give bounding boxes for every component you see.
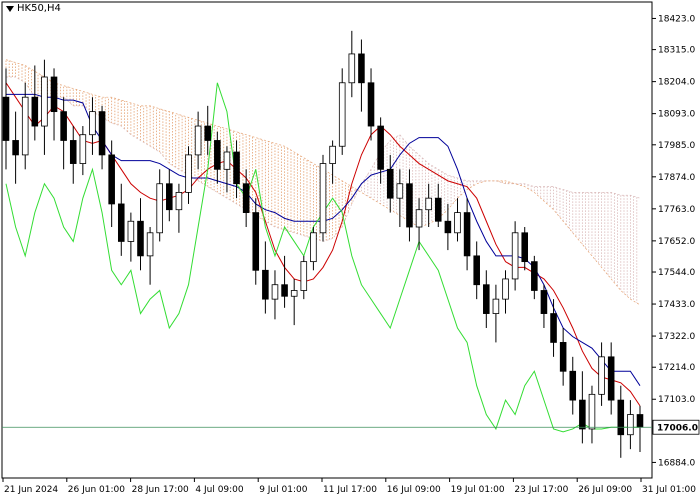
y-tick-label: 17874.0 [658,173,695,183]
candle-body [89,111,96,136]
candle-body [204,125,212,141]
candle-body [396,183,404,199]
candle-body [425,197,432,211]
symbol-title: HK50,H4 [6,3,61,14]
candle-body [281,284,288,297]
candle-body [146,232,154,257]
candle-body [214,140,221,170]
x-tick-label: 19 Jul 01:00 [451,485,505,495]
candle-body [588,393,596,430]
y-tick-label: 18423.0 [658,14,695,24]
y-tick-label: 17985.0 [658,141,695,151]
y-tick-label: 18315.0 [658,46,695,56]
candle-body [579,399,586,430]
candle-body [473,255,480,286]
candle-body [166,183,173,211]
candle-body [108,154,115,205]
candle-body [636,414,644,428]
candle-body [137,220,144,257]
candle-body [338,82,346,147]
y-tick-label: 17214.0 [658,363,695,373]
candle-body [98,111,106,156]
candle-body [21,96,29,156]
candle-body [511,232,519,280]
candle-body [627,414,634,436]
x-tick-label: 26 Jul 09:00 [578,485,632,495]
candle-body [319,163,327,234]
candle-body [185,154,192,193]
candle-body [2,96,10,141]
y-tick-label: 17652.0 [658,237,695,247]
candle-body [483,284,490,314]
candle-body [290,290,298,297]
candle-body [41,76,48,127]
candle-body [550,313,557,343]
y-tick-label: 17433.0 [658,300,695,310]
candle-body [329,145,336,164]
candle-body [386,168,394,199]
candle-body [12,140,19,156]
candle-body [377,125,384,170]
candle-body [348,53,356,84]
y-tick-label: 16884.0 [658,458,695,468]
x-tick-label: 16 Jul 09:00 [387,485,441,495]
x-tick-label: 31 Jul 01:00 [642,485,696,495]
candle-body [127,220,135,242]
y-tick-label: 17763.0 [658,205,695,215]
candle-body [223,151,231,170]
x-tick-label: 26 Jun 01:00 [68,485,125,495]
candle-body [117,203,125,242]
candle-body [367,82,375,127]
y-tick-label: 17322.0 [658,332,695,342]
candle-body [300,261,308,291]
x-tick-label: 4 Jul 09:00 [195,485,244,495]
candle-body [194,125,202,156]
candle-body [531,261,538,291]
x-tick-label: 21 Jun 2024 [4,485,58,495]
candle-body [415,209,423,228]
candle-body [406,183,413,228]
candle-body [358,53,365,84]
candle-body [454,212,461,234]
x-tick-label: 9 Jul 01:00 [259,485,308,495]
y-tick-label: 17544.0 [658,268,695,278]
chart-container: HK50,H4 18423.0 18315.0 18204.0 18093.0 1798… [0,0,700,500]
candle-body [60,111,67,141]
candle-body [175,191,183,211]
symbol-title-text: HK50,H4 [17,3,61,14]
candle-body [31,96,39,127]
candle-body [79,134,87,164]
candle-body [492,298,500,314]
candle-body [242,183,250,213]
candle-body [252,212,260,271]
candle-body [569,370,577,401]
candle-body [502,278,509,300]
candle-body [598,356,605,395]
x-tick-label: 28 Jun 17:00 [132,485,189,495]
y-tick-label: 17103.0 [658,395,695,405]
candle-body [617,399,625,436]
x-tick-label: 23 Jul 17:00 [514,485,568,495]
price-chart: 18423.0 18315.0 18204.0 18093.0 17985.0 17874… [1,1,700,495]
candle-body [434,197,442,222]
candle-body [271,284,279,300]
candle-body [50,76,58,113]
candle-body [521,232,529,263]
candle-body [69,140,77,164]
candle-body [444,220,452,234]
candle-body [559,342,567,372]
y-tick-label: 18204.0 [658,78,695,88]
dropdown-triangle-icon [6,5,14,12]
candle-body [540,290,548,314]
candle-body [156,183,163,234]
x-tick-label: 11 Jul 17:00 [323,485,377,495]
candle-body [607,356,615,401]
current-price-label: 17006.0 [657,424,698,434]
candle-body [463,212,471,257]
y-tick-label: 18093.0 [658,110,695,120]
candle-body [310,232,317,263]
candle-body [233,151,240,185]
candle-body [262,269,269,300]
